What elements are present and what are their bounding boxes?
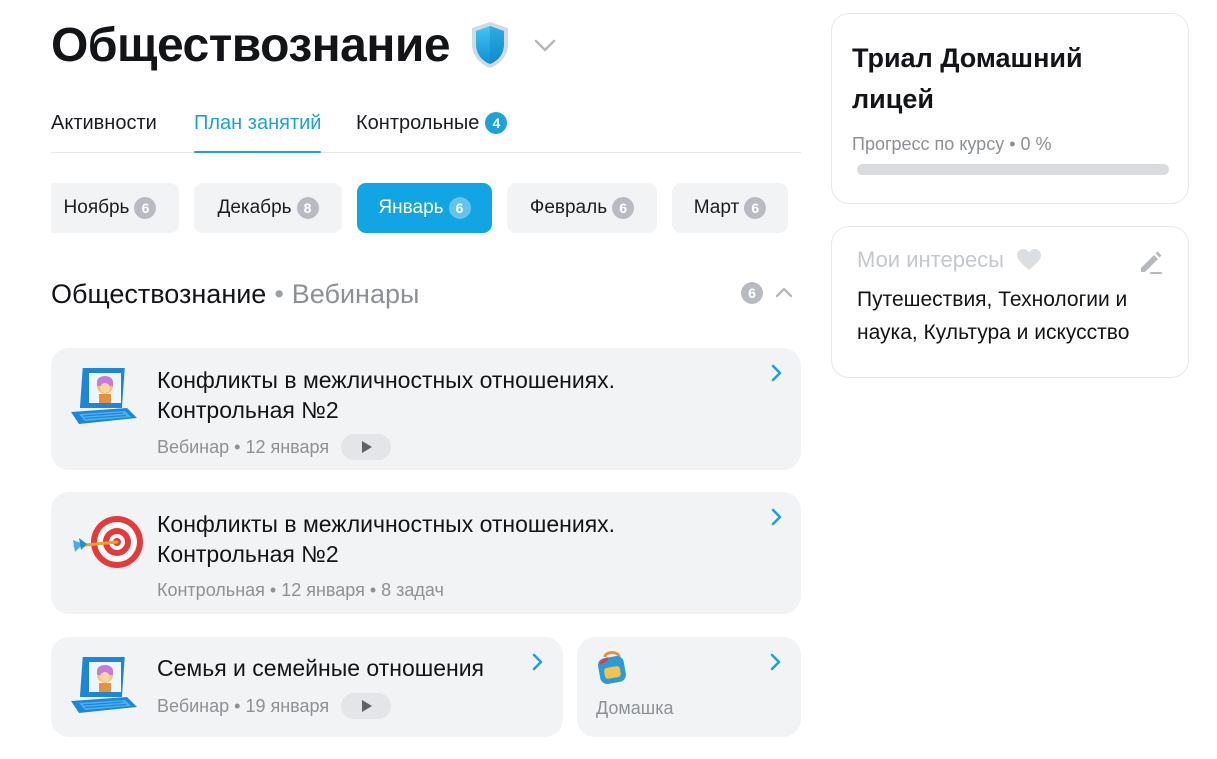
card-meta-text: Вебинар • 19 января [157, 695, 330, 716]
trial-title: Триал Домашний лицей [852, 43, 1083, 114]
play-icon [362, 700, 373, 712]
tab-tests[interactable]: Контрольные 4 [356, 110, 508, 136]
chevron-right-icon [529, 652, 545, 672]
month-selector: Ноябрь 6 Декабрь 8 Январь 6 Февраль 6 Ма… [51, 183, 801, 233]
play-button[interactable] [341, 693, 392, 719]
interests-text: Путешествия, Технологии и наука, Культур… [857, 288, 1130, 344]
shield-icon [468, 20, 512, 70]
card-meta: Контрольная • 12 января • 8 задач [157, 580, 444, 601]
card-title: Контрольная №2 [157, 541, 339, 567]
month-march[interactable]: Март 6 [672, 183, 788, 233]
tab-label: Активности [51, 111, 157, 134]
heart-icon [1017, 249, 1041, 270]
month-count-badge: 8 [296, 197, 319, 219]
course-progress-bar [857, 164, 1169, 175]
card-title: Конфликты в межличностных отношениях. [157, 367, 616, 393]
tab-bar: Активности План занятий Контрольные 4 [51, 102, 801, 153]
header: Обществознание [51, 14, 558, 76]
homework-card[interactable]: Домашка [577, 637, 801, 737]
section-separator: • [274, 278, 284, 309]
trial-panel[interactable]: Триал Домашний лицей Прогресс по курсу •… [831, 13, 1189, 204]
month-november[interactable]: Ноябрь 6 [51, 183, 179, 233]
section-subtitle: Вебинары [291, 278, 420, 309]
chevron-right-icon [767, 652, 783, 672]
month-january[interactable]: Январь 6 [357, 183, 492, 233]
month-label: Январь [378, 197, 444, 218]
tests-count-badge: 4 [485, 112, 508, 134]
card-meta: Вебинар • 19 января [157, 693, 392, 719]
chevron-right-icon [768, 507, 784, 527]
tab-activities[interactable]: Активности [51, 110, 157, 136]
chevron-up-icon[interactable] [773, 282, 795, 304]
card-title: Семья и семейные отношения [157, 655, 484, 681]
month-count-badge: 6 [134, 197, 157, 219]
section-header[interactable]: Обществознание • Вебинары 6 [51, 276, 801, 312]
month-february[interactable]: Февраль 6 [507, 183, 657, 233]
play-icon [362, 441, 373, 453]
card-meta: Вебинар • 12 января [157, 434, 392, 460]
play-button[interactable] [341, 434, 392, 460]
interests-panel: Мои интересы Путешествия, Технологии и н… [831, 226, 1189, 378]
section-title: Обществознание [51, 278, 267, 309]
card-title: Конфликты в межличностных отношениях. [157, 511, 616, 537]
card-meta-text: Контрольная • 12 января • 8 задач [157, 580, 444, 600]
section-count-badge: 6 [741, 282, 763, 304]
month-label: Ноябрь [63, 197, 130, 218]
month-label: Март [693, 197, 740, 218]
lesson-card[interactable]: Конфликты в межличностных отношениях. Ко… [51, 348, 801, 470]
tab-label: Контрольные [356, 111, 480, 134]
lesson-card[interactable]: Конфликты в межличностных отношениях. Ко… [51, 492, 801, 614]
month-count-badge: 6 [448, 197, 471, 219]
card-title: Контрольная №2 [157, 397, 339, 423]
target-icon [71, 510, 143, 579]
backpack-icon [595, 649, 629, 690]
progress-label: Прогресс по курсу • 0 % [852, 134, 1052, 154]
page-title: Обществознание [51, 18, 451, 72]
edit-icon[interactable] [1137, 249, 1163, 275]
tab-lesson-plan[interactable]: План занятий [194, 110, 322, 153]
month-label: Февраль [529, 197, 608, 218]
homework-label: Домашка [596, 698, 674, 718]
interests-title-label: Мои интересы [857, 247, 1004, 272]
lesson-card[interactable]: Семья и семейные отношения Вебинар • 19 … [51, 637, 563, 737]
card-meta-text: Вебинар • 12 января [157, 436, 330, 457]
chevron-down-icon[interactable] [532, 32, 558, 58]
tab-label: План занятий [194, 111, 322, 134]
laptop-icon [69, 653, 139, 724]
month-count-badge: 6 [744, 197, 767, 219]
month-count-badge: 6 [612, 197, 635, 219]
month-label: Декабрь [217, 197, 292, 218]
month-december[interactable]: Декабрь 8 [194, 183, 342, 233]
chevron-right-icon [768, 363, 784, 383]
interests-title: Мои интересы [857, 247, 1042, 273]
laptop-icon [69, 364, 139, 435]
